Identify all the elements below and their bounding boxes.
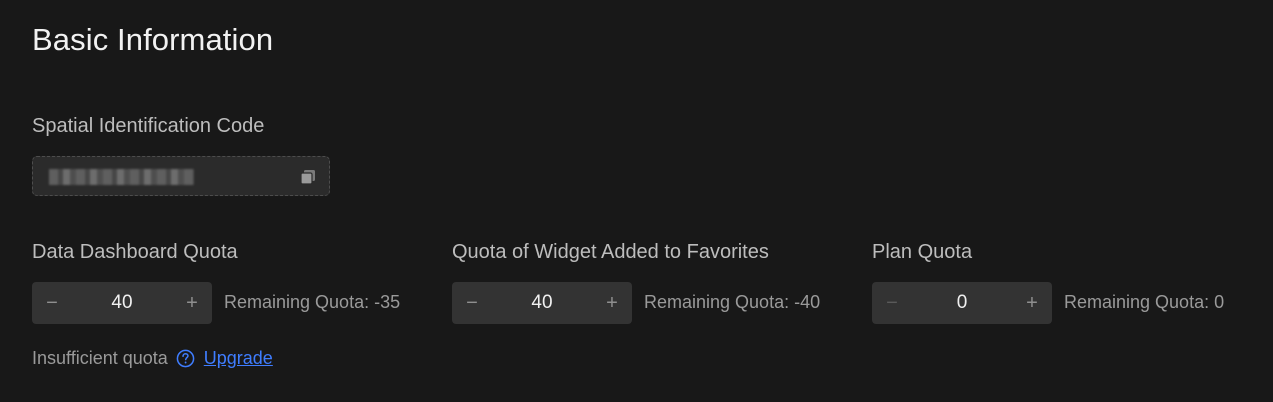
spatial-code-field[interactable] [32,156,330,196]
quota-value[interactable]: 40 [72,282,172,324]
increment-button[interactable]: + [592,282,632,324]
plan-quota-stepper[interactable]: − 0 + [872,282,1052,324]
question-circle-icon[interactable] [176,349,195,368]
quota-footer: Insufficient quota Upgrade [32,348,273,369]
increment-button[interactable]: + [172,282,212,324]
remaining-quota-text: Remaining Quota: -40 [644,292,821,312]
minus-icon: − [46,291,58,314]
spatial-code-label: Spatial Identification Code [32,115,265,137]
quota-value[interactable]: 40 [492,282,592,324]
minus-icon: − [466,291,478,314]
remaining-quota-text: Remaining Quota: -35 [224,292,401,312]
plan-quota-label: Plan Quota [872,241,973,263]
decrement-button[interactable]: − [452,282,492,324]
plus-icon: + [186,291,198,314]
increment-button[interactable]: + [1012,282,1052,324]
upgrade-link[interactable]: Upgrade [204,348,273,369]
widget-favorites-quota-stepper[interactable]: − 40 + [452,282,632,324]
data-dashboard-quota-stepper[interactable]: − 40 + [32,282,212,324]
plus-icon: + [1026,291,1038,314]
decrement-button[interactable]: − [32,282,72,324]
widget-favorites-quota-label: Quota of Widget Added to Favorites [452,241,769,263]
masked-code-value [49,169,194,185]
section-title: Basic Information [32,22,274,57]
remaining-quota-text: Remaining Quota: 0 [1064,292,1225,312]
copy-icon[interactable] [299,168,317,186]
insufficient-quota-text: Insufficient quota [32,348,168,368]
minus-icon: − [886,291,898,314]
decrement-button[interactable]: − [872,282,912,324]
quota-value[interactable]: 0 [912,282,1012,324]
data-dashboard-quota-label: Data Dashboard Quota [32,241,238,263]
plus-icon: + [606,291,618,314]
